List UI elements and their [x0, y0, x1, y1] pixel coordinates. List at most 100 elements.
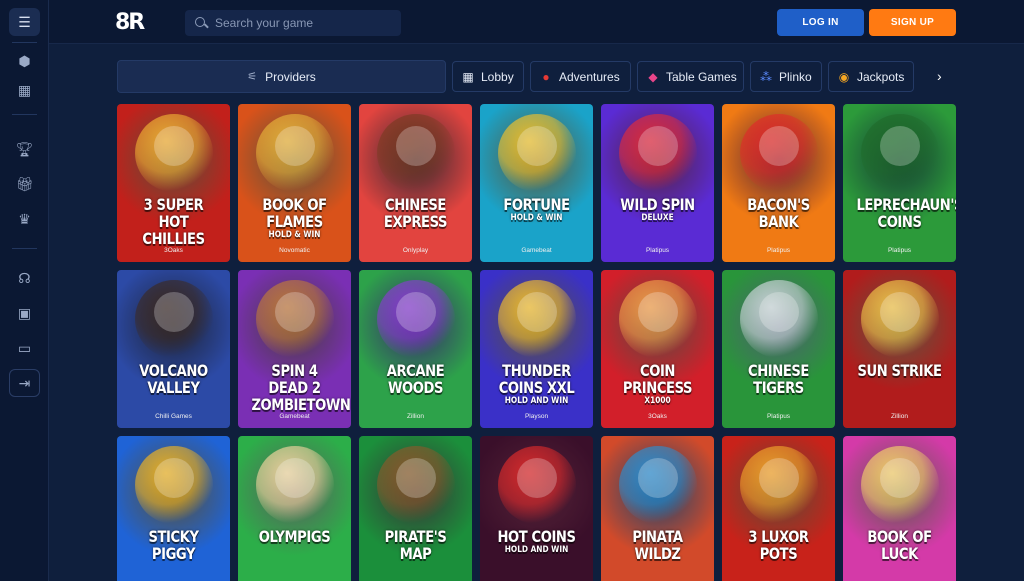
game-title-text: PIRATE'S MAP — [384, 527, 447, 563]
game-card[interactable]: BOOK OF FLAMES HOLD & WIN Novomatic — [238, 104, 351, 262]
game-title-text: SPIN 4 DEAD 2 ZOMBIETOWN — [251, 361, 351, 414]
briefcase-icon[interactable]: ▣ — [9, 299, 40, 327]
site-logo[interactable]: 8R — [115, 10, 145, 35]
game-provider: Platipus — [766, 413, 791, 420]
game-title: COIN PRINCESS X1000 — [614, 362, 700, 406]
game-title: CHINESE TIGERS — [735, 362, 821, 396]
game-provider: Zillion — [891, 413, 908, 420]
grid-icon[interactable]: ▦ — [9, 76, 40, 104]
game-title: BOOK OF FLAMES HOLD & WIN — [251, 196, 337, 240]
game-card[interactable]: WILD SPIN DELUXE Platipus — [601, 104, 714, 262]
game-card[interactable]: SPIN 4 DEAD 2 ZOMBIETOWN Gamebeat — [238, 270, 351, 428]
search-box[interactable] — [185, 10, 401, 36]
game-subtitle: HOLD AND WIN — [504, 545, 569, 555]
game-title-text: COIN PRINCESS — [622, 361, 693, 397]
left-rail: ☰ ⬢ ▦ 🏆︎ 🎁︎ ♛ ☊ ▣ ▭ ⇥ — [0, 0, 49, 581]
game-title-text: SUN STRIKE — [857, 361, 942, 380]
tab-label: Lobby — [481, 69, 514, 84]
game-title: CHINESE EXPRESS — [372, 196, 458, 230]
game-card[interactable]: FORTUNE HOLD & WIN Gamebeat — [480, 104, 593, 262]
game-subtitle: HOLD & WIN — [268, 230, 321, 240]
level-badge-icon[interactable]: ⬢ — [9, 47, 40, 75]
game-provider: Playson — [524, 413, 549, 420]
game-title-text: CHINESE TIGERS — [748, 361, 809, 397]
trophy-icon[interactable]: 🏆︎ — [9, 135, 40, 163]
game-title: WILD SPIN DELUXE — [614, 196, 700, 223]
game-title-text: HOT COINS — [497, 527, 576, 546]
tab-label: Jackpots — [857, 69, 905, 84]
game-title-text: ARCANE WOODS — [386, 361, 445, 397]
search-input[interactable] — [215, 16, 385, 30]
game-subtitle: HOLD & WIN — [510, 213, 563, 223]
tab-adventures[interactable]: ● Adventures — [530, 61, 631, 92]
game-title-text: BACON'S BANK — [747, 195, 810, 231]
game-card[interactable]: 3 SUPER HOT CHILLIES 3Oaks — [117, 104, 230, 262]
game-card[interactable]: HOT COINS HOLD AND WIN — [480, 436, 593, 581]
rail-divider — [12, 114, 37, 115]
tab-label: Plinko — [779, 69, 812, 84]
game-title: BACON'S BANK — [735, 196, 821, 230]
game-provider: Gamebeat — [521, 247, 552, 254]
game-art-highlight — [395, 126, 436, 166]
game-art-highlight — [637, 126, 678, 166]
gift-icon[interactable]: 🎁︎ — [9, 170, 40, 198]
game-art-highlight — [274, 292, 315, 332]
game-card[interactable]: CHINESE TIGERS Platipus — [722, 270, 835, 428]
tab-label: Table Games — [666, 69, 737, 84]
game-title: STICKY PIGGY — [130, 528, 216, 562]
game-art-highlight — [516, 126, 557, 166]
game-card[interactable]: VOLCANO VALLEY Chilli Games — [117, 270, 230, 428]
grid-icon: ▦ — [462, 69, 474, 84]
tab-table-games[interactable]: ◆ Table Games — [637, 61, 744, 92]
game-subtitle: DELUXE — [641, 213, 674, 223]
game-card[interactable]: OLYMPIGS — [238, 436, 351, 581]
game-title: OLYMPIGS — [251, 528, 337, 545]
game-title: HOT COINS HOLD AND WIN — [493, 528, 579, 555]
game-art-highlight — [153, 292, 194, 332]
game-title-text: CHINESE EXPRESS — [383, 195, 448, 231]
providers-label: Providers — [265, 69, 316, 84]
coins-icon: ◉ — [838, 69, 850, 84]
game-art-highlight — [879, 126, 920, 166]
rail-divider — [12, 248, 37, 249]
headset-icon[interactable]: ☊ — [9, 264, 40, 292]
game-subtitle: X1000 — [644, 396, 671, 406]
book-icon[interactable]: ▭ — [9, 334, 40, 362]
game-art-highlight — [516, 458, 557, 498]
signup-button[interactable]: SIGN UP — [869, 9, 956, 36]
game-card[interactable]: 3 LUXOR POTS — [722, 436, 835, 581]
game-title-text: THUNDER COINS XXL — [498, 361, 575, 397]
providers-button[interactable]: ⚟ Providers — [117, 60, 446, 93]
tab-lobby[interactable]: ▦ Lobby — [452, 61, 524, 92]
login-button[interactable]: LOG IN — [777, 9, 864, 36]
game-card[interactable]: ARCANE WOODS Zillion — [359, 270, 472, 428]
chevron-right-icon[interactable]: › — [937, 68, 942, 84]
game-art-highlight — [758, 126, 799, 166]
search-icon — [195, 16, 208, 30]
crown-icon[interactable]: ♛ — [9, 205, 40, 233]
exit-icon[interactable]: ⇥ — [9, 369, 40, 397]
tab-plinko[interactable]: ⁂ Plinko — [750, 61, 822, 92]
rail-divider — [12, 42, 37, 43]
game-card[interactable]: CHINESE EXPRESS Onlyplay — [359, 104, 472, 262]
game-card[interactable]: PIRATE'S MAP — [359, 436, 472, 581]
game-title-text: 3 SUPER HOT CHILLIES — [142, 195, 205, 248]
game-card[interactable]: BOOK OF LUCK — [843, 436, 956, 581]
game-card[interactable]: LEPRECHAUN'S COINS Platipus — [843, 104, 956, 262]
game-title-text: BOOK OF FLAMES — [262, 195, 327, 231]
game-title: THUNDER COINS XXL HOLD AND WIN — [493, 362, 579, 406]
game-card[interactable]: STICKY PIGGY — [117, 436, 230, 581]
game-card[interactable]: SUN STRIKE Zillion — [843, 270, 956, 428]
game-card[interactable]: THUNDER COINS XXL HOLD AND WIN Playson — [480, 270, 593, 428]
game-title-text: PINATA WILDZ — [632, 527, 683, 563]
game-title-text: BOOK OF LUCK — [867, 527, 932, 563]
game-card[interactable]: PINATA WILDZ — [601, 436, 714, 581]
game-art-highlight — [395, 292, 436, 332]
plinko-icon: ⁂ — [760, 69, 772, 84]
game-card[interactable]: BACON'S BANK Platipus — [722, 104, 835, 262]
game-art-highlight — [637, 292, 678, 332]
game-card[interactable]: COIN PRINCESS X1000 3Oaks — [601, 270, 714, 428]
tab-jackpots[interactable]: ◉ Jackpots — [828, 61, 914, 92]
game-title-text: LEPRECHAUN'S COINS — [856, 195, 956, 231]
menu-icon[interactable]: ☰ — [9, 8, 40, 36]
